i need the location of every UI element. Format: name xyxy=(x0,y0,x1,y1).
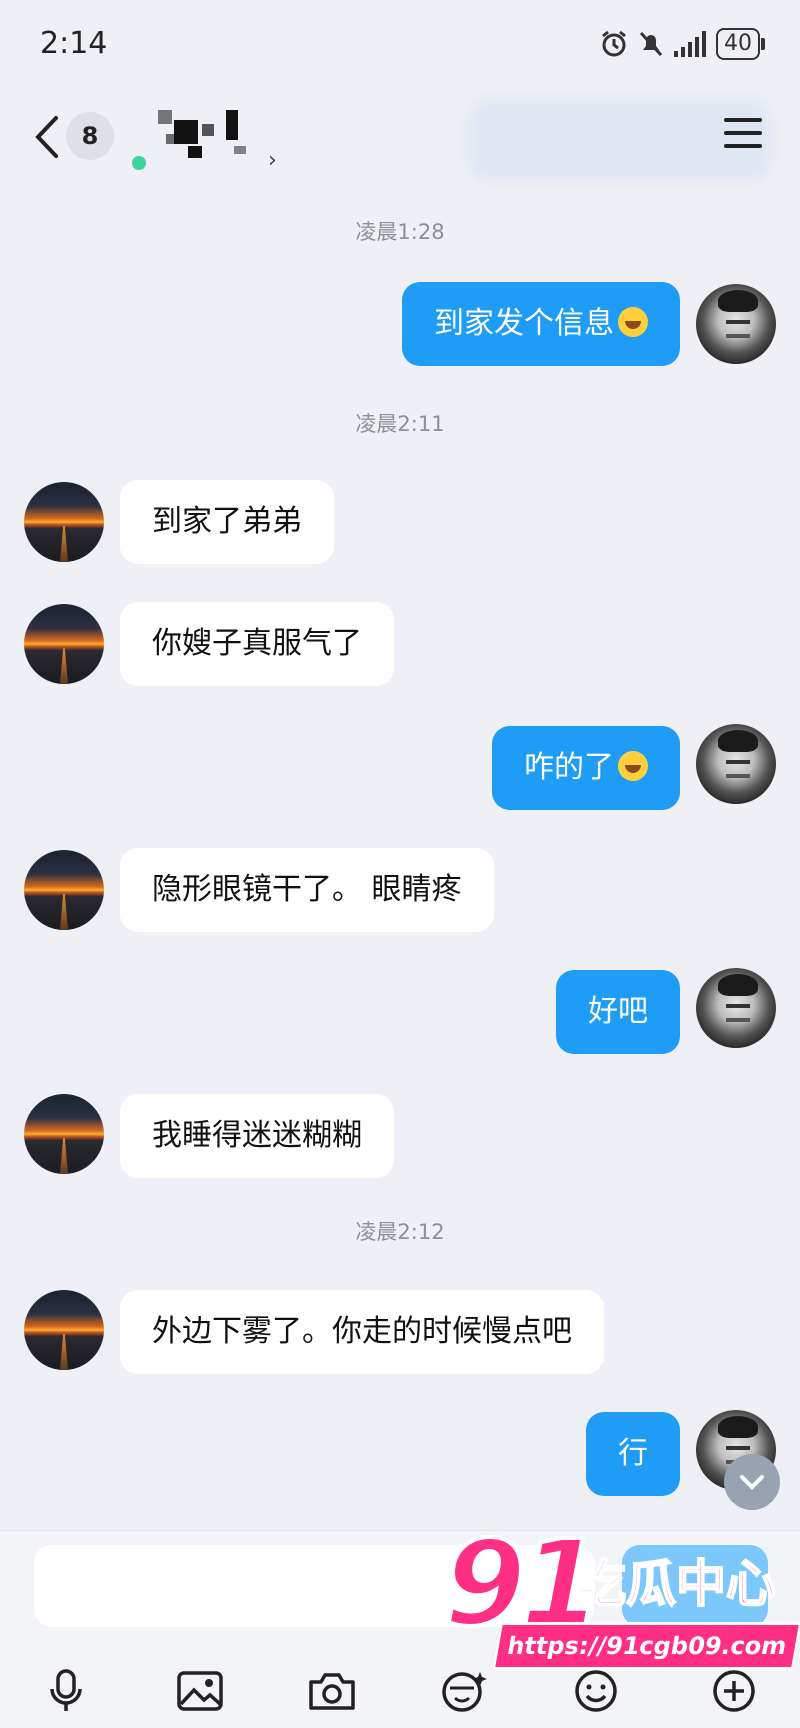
incoming-message-bubble[interactable]: 到家了弟弟 xyxy=(120,480,334,564)
alarm-icon xyxy=(602,30,626,57)
composer-toolbar xyxy=(0,1661,800,1721)
outgoing-message-bubble[interactable]: 行 xyxy=(586,1412,680,1496)
scroll-down-button[interactable] xyxy=(724,1454,780,1510)
composer xyxy=(0,1530,800,1728)
timestamp: 凌晨1:28 xyxy=(355,220,445,244)
plus-icon[interactable] xyxy=(704,1661,764,1721)
signal-icon xyxy=(674,31,706,57)
timestamp: 凌晨2:11 xyxy=(355,412,445,436)
outgoing-message-bubble[interactable]: 好吧 xyxy=(556,970,680,1054)
my-avatar[interactable] xyxy=(696,284,776,364)
laughing-tears-emoji-icon xyxy=(618,307,648,337)
message-input[interactable] xyxy=(34,1545,594,1627)
sticker-icon[interactable] xyxy=(434,1661,494,1721)
emoji-icon[interactable] xyxy=(566,1661,626,1721)
timestamp: 凌晨2:12 xyxy=(355,1220,445,1244)
contact-avatar[interactable] xyxy=(24,1094,104,1174)
my-avatar[interactable] xyxy=(696,968,776,1048)
contact-name-pixelated[interactable] xyxy=(130,102,290,162)
incoming-message-bubble[interactable]: 我睡得迷迷糊糊 xyxy=(120,1094,394,1178)
online-status-dot xyxy=(132,156,146,170)
unread-count-badge[interactable]: 8 xyxy=(66,112,114,160)
chat-header: 8 › xyxy=(0,90,800,190)
chevron-down-icon xyxy=(740,1475,764,1490)
laughing-tears-emoji-icon xyxy=(618,751,648,781)
outgoing-message-bubble[interactable]: 咋的了 xyxy=(492,726,680,810)
my-avatar[interactable] xyxy=(696,724,776,804)
status-bar: 2:14 40 xyxy=(0,0,800,90)
contact-avatar[interactable] xyxy=(24,604,104,684)
incoming-message-bubble[interactable]: 隐形眼镜干了。 眼睛疼 xyxy=(120,848,494,932)
mute-icon xyxy=(639,31,663,57)
message-text: 咋的了 xyxy=(524,750,614,785)
outgoing-message-bubble[interactable]: 到家发个信息 xyxy=(402,282,680,366)
chevron-left-icon[interactable] xyxy=(28,112,68,162)
hamburger-icon[interactable] xyxy=(724,118,762,148)
image-icon[interactable] xyxy=(170,1661,230,1721)
camera-icon[interactable] xyxy=(302,1661,362,1721)
battery-icon: 40 xyxy=(716,28,765,60)
message-text: 到家发个信息 xyxy=(434,306,614,341)
status-time: 2:14 xyxy=(40,26,108,61)
send-button[interactable] xyxy=(622,1545,768,1627)
contact-avatar[interactable] xyxy=(24,482,104,562)
incoming-message-bubble[interactable]: 外边下雾了。你走的时候慢点吧 xyxy=(120,1290,604,1374)
contact-avatar[interactable] xyxy=(24,1290,104,1370)
status-icons: 40 xyxy=(600,28,765,60)
chevron-right-icon[interactable]: › xyxy=(268,148,277,173)
microphone-icon[interactable] xyxy=(36,1661,96,1721)
contact-avatar[interactable] xyxy=(24,850,104,930)
incoming-message-bubble[interactable]: 你嫂子真服气了 xyxy=(120,602,394,686)
